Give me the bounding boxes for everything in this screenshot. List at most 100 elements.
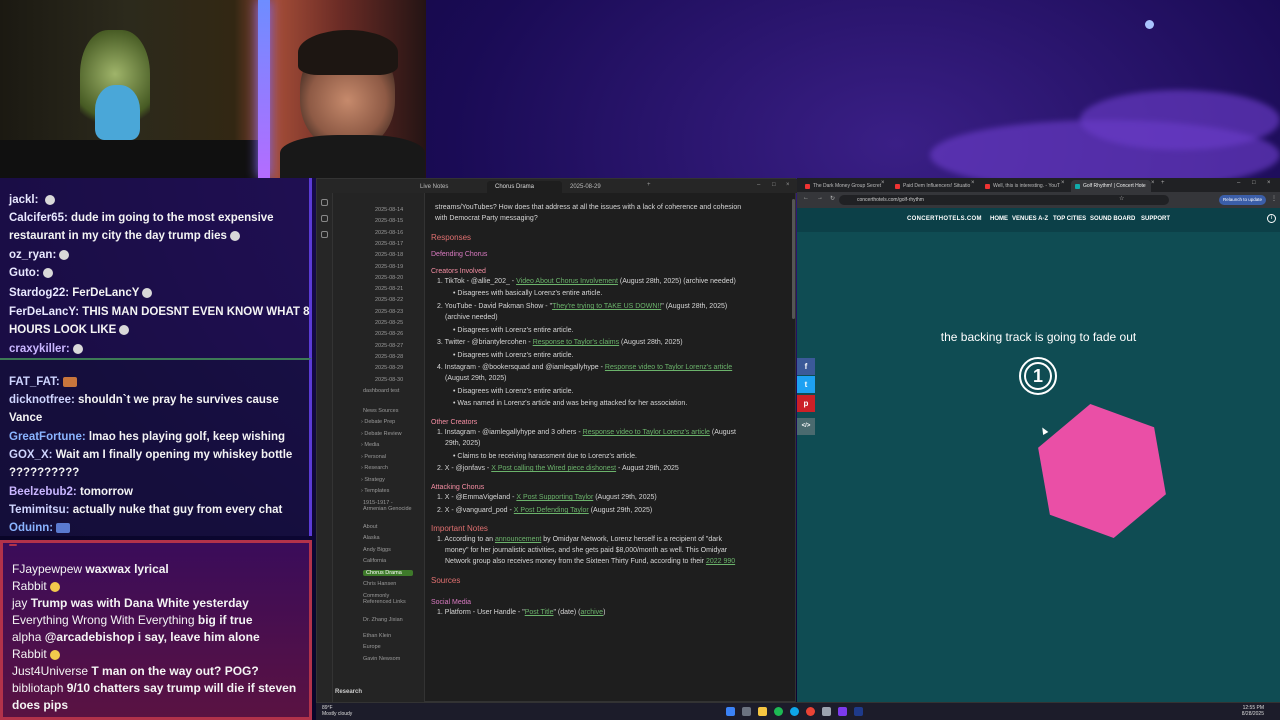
tree-file-daily-note[interactable]: 2025-08-17 (375, 241, 403, 247)
tree-folder[interactable]: › Debate Review (361, 431, 411, 437)
close-icon[interactable]: × (786, 182, 790, 188)
note-link[interactable]: Post Title (525, 609, 554, 616)
nav-venues[interactable]: VENUES A-Z (1012, 216, 1048, 222)
hexagon-shape[interactable] (1038, 404, 1166, 538)
tree-folder[interactable]: › Strategy (361, 477, 411, 483)
nav-top-cities[interactable]: TOP CITIES (1053, 216, 1086, 222)
start-icon[interactable] (726, 707, 735, 716)
vault-name[interactable]: Research (335, 689, 423, 699)
maximize-icon[interactable]: □ (772, 182, 776, 188)
tree-folder[interactable]: › Research (361, 465, 411, 471)
tree-file-daily-note[interactable]: 2025-08-19 (375, 264, 403, 270)
tree-folder[interactable]: › Templates (361, 488, 411, 494)
tree-file-daily-note[interactable]: 2025-08-27 (375, 343, 403, 349)
tree-folder[interactable]: › Media (361, 442, 411, 448)
weather-widget[interactable]: 89°F Mostly cloudy (322, 705, 352, 717)
close-icon[interactable]: × (1267, 180, 1271, 186)
search-icon[interactable] (742, 707, 751, 716)
note-link[interactable]: They're trying to TAKE US DOWN!! (552, 303, 661, 310)
tab-daily-note[interactable]: 2025-08-29 (562, 181, 632, 193)
tree-file[interactable]: About (363, 524, 413, 530)
note-link[interactable]: announcement (495, 536, 541, 543)
file-explorer-icon[interactable] (758, 707, 767, 716)
file-explorer-icon[interactable] (321, 199, 328, 206)
tree-folder[interactable]: › Personal (361, 454, 411, 460)
tree-file-daily-note[interactable]: 2025-08-14 (375, 207, 403, 213)
close-tab-icon[interactable]: × (1061, 180, 1065, 186)
info-icon[interactable]: i (1267, 214, 1276, 223)
tree-file[interactable]: Andy Biggs (363, 547, 413, 553)
tree-file[interactable]: Alaska (363, 535, 413, 541)
pinterest-share-icon[interactable]: p (797, 395, 815, 412)
note-link[interactable]: X Post Supporting Taylor (516, 494, 593, 501)
tab-chorus-drama[interactable]: Chorus Drama (487, 181, 562, 193)
note-link[interactable]: Response video to Taylor Lorenz's articl… (583, 429, 710, 436)
minimize-icon[interactable]: – (757, 182, 760, 188)
tree-file[interactable]: Ethan Klein (363, 633, 413, 639)
tree-file-daily-note[interactable]: 2025-08-29 (375, 365, 403, 371)
spotify-icon[interactable] (774, 707, 783, 716)
tree-file[interactable]: Chris Hansen (363, 581, 413, 587)
chrome-icon[interactable] (806, 707, 815, 716)
system-clock[interactable]: 12:55 PM 8/28/2025 (1242, 705, 1264, 717)
note-link[interactable]: archive (581, 609, 604, 616)
minimize-icon[interactable]: – (1237, 180, 1240, 186)
note-editor[interactable]: streams/YouTubes? How does that address … (425, 193, 797, 703)
tree-file[interactable]: Chorus Drama (363, 569, 413, 576)
embed-share-icon[interactable]: </> (797, 418, 815, 435)
reload-icon[interactable]: ↻ (830, 195, 835, 202)
tree-file-daily-note[interactable]: 2025-08-20 (375, 275, 403, 281)
close-tab-icon[interactable]: × (971, 180, 975, 186)
forward-icon[interactable]: → (817, 195, 823, 201)
nav-sound-board[interactable]: SOUND BOARD (1090, 216, 1135, 222)
note-link[interactable]: X Post calling the Wired piece dishonest (491, 465, 616, 472)
tree-file-daily-note[interactable]: 2025-08-18 (375, 252, 403, 258)
relaunch-button[interactable]: Relaunch to update (1218, 195, 1266, 205)
bookmark-star-icon[interactable]: ☆ (1119, 195, 1124, 202)
note-link[interactable]: Video About Chorus Involvement (516, 278, 618, 285)
tree-file-daily-note[interactable]: 2025-08-21 (375, 286, 403, 292)
tree-file-daily-note[interactable]: 2025-08-15 (375, 218, 403, 224)
tree-file[interactable]: Commonly Referenced Links (363, 593, 413, 605)
tree-file[interactable]: Dr. Zhang Jixian (363, 617, 413, 623)
nav-support[interactable]: SUPPORT (1141, 216, 1170, 222)
site-logo[interactable]: CONCERTHOTELS.COM (907, 216, 982, 222)
note-link[interactable]: Response video to Taylor Lorenz's articl… (605, 364, 732, 371)
new-tab-icon[interactable]: + (647, 182, 651, 188)
note-link[interactable]: Response to Taylor's claims (533, 339, 619, 346)
edge-icon[interactable] (790, 707, 799, 716)
tree-file-daily-note[interactable]: 2025-08-25 (375, 320, 403, 326)
tree-file-daily-note[interactable]: 2025-08-30 (375, 377, 403, 383)
close-tab-icon[interactable]: × (881, 180, 885, 186)
browser-tab[interactable]: Paid Dem Influencers! Situatio (891, 180, 973, 192)
editor-scrollbar[interactable] (792, 199, 795, 319)
menu-icon[interactable]: ⋮ (1271, 195, 1277, 202)
steam-icon[interactable] (854, 707, 863, 716)
browser-tab-active[interactable]: Golf Rhythm! | Concert Hote (1071, 180, 1151, 192)
tree-file-daily-note[interactable]: 2025-08-28 (375, 354, 403, 360)
back-icon[interactable]: ← (803, 195, 809, 201)
tree-file-daily-note[interactable]: 2025-08-16 (375, 230, 403, 236)
search-icon[interactable] (321, 215, 328, 222)
tree-file-daily-note[interactable]: 2025-08-23 (375, 309, 403, 315)
tree-file[interactable]: California (363, 558, 413, 564)
browser-tab[interactable]: Well, this is interesting. - YouT (981, 180, 1063, 192)
close-tab-icon[interactable]: × (1151, 180, 1155, 186)
note-link[interactable]: 2022 990 (706, 558, 735, 565)
tree-file[interactable]: Gavin Newsom (363, 656, 413, 662)
twitter-share-icon[interactable]: t (797, 376, 815, 393)
new-tab-icon[interactable]: + (1161, 180, 1165, 186)
tab-live-notes[interactable]: Live Notes (412, 181, 482, 193)
browser-tab[interactable]: The Dark Money Group Secret (801, 180, 883, 192)
tree-file[interactable]: News Sources (363, 408, 413, 414)
tree-file[interactable]: dashboard test (363, 388, 413, 394)
graph-icon[interactable] (321, 231, 328, 238)
game-hexagon[interactable] (1037, 403, 1177, 543)
settings-icon[interactable] (822, 707, 831, 716)
tree-file[interactable]: 1915-1917 - Armenian Genocide (363, 500, 413, 512)
obsidian-icon[interactable] (838, 707, 847, 716)
tree-file-daily-note[interactable]: 2025-08-26 (375, 331, 403, 337)
tree-file-daily-note[interactable]: 2025-08-22 (375, 297, 403, 303)
facebook-share-icon[interactable]: f (797, 358, 815, 375)
tree-folder[interactable]: › Debate Prep (361, 419, 411, 425)
